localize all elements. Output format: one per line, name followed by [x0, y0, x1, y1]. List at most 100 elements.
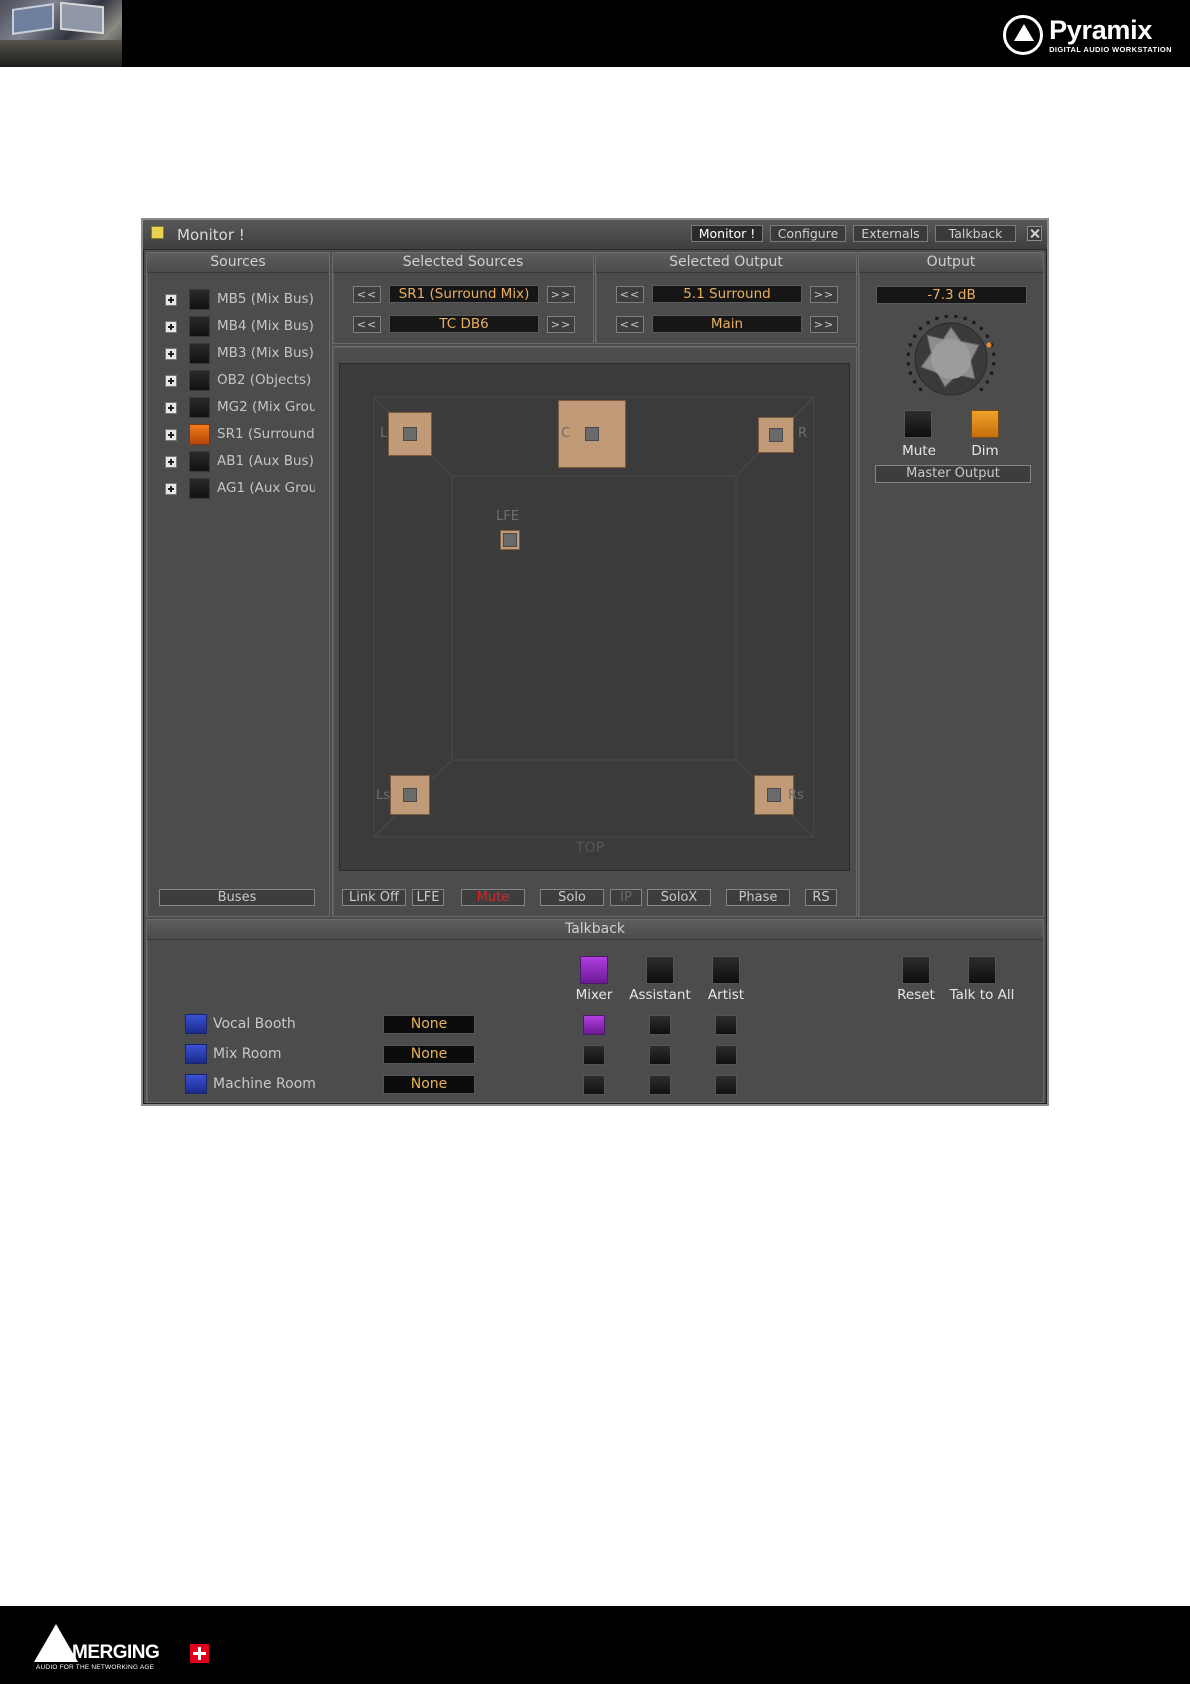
selected-output-panel: Selected Output << 5.1 Surround >> << Ma… — [595, 252, 857, 344]
source-select-button[interactable] — [189, 289, 210, 310]
knob-tick — [908, 342, 913, 347]
output-format-next-button[interactable]: >> — [810, 286, 838, 303]
window-title: Monitor ! — [177, 226, 245, 244]
expand-icon[interactable] — [165, 429, 177, 441]
room-source-field[interactable]: None — [383, 1075, 475, 1094]
selected-source-field[interactable]: SR1 (Surround Mix) — [389, 285, 539, 303]
route-assistant-toggle[interactable] — [649, 1015, 671, 1035]
expand-icon[interactable] — [165, 483, 177, 495]
source-item[interactable]: SR1 (Surround — [165, 424, 325, 446]
source-label: OB2 (Objects) — [217, 372, 312, 388]
tab-externals[interactable]: Externals — [853, 225, 928, 242]
output-destination-field[interactable]: Main — [652, 315, 802, 333]
source-select-button[interactable] — [189, 316, 210, 337]
expand-icon[interactable] — [165, 402, 177, 414]
dim-button[interactable] — [971, 410, 999, 438]
source-item[interactable]: MB4 (Mix Bus) — [165, 316, 325, 338]
master-output-button[interactable]: Master Output — [875, 465, 1031, 483]
solo-button[interactable]: Solo — [540, 889, 604, 906]
room-select-button[interactable] — [185, 1074, 207, 1094]
route-mixer-toggle[interactable] — [583, 1045, 605, 1065]
secondary-source-field[interactable]: TC DB6 — [389, 315, 539, 333]
knob-tick — [912, 380, 917, 384]
source-label: AG1 (Aux Grou — [217, 480, 315, 496]
source-item[interactable]: AB1 (Aux Bus) — [165, 451, 325, 473]
talkback-artist-button[interactable] — [712, 956, 740, 984]
source-label: AB1 (Aux Bus) — [217, 453, 314, 469]
talk-to-all-button[interactable] — [968, 956, 996, 984]
expand-icon[interactable] — [165, 294, 177, 306]
source-select-button[interactable] — [189, 397, 210, 418]
talkback-panel: Talkback Mixer Assistant Artist Reset Ta… — [146, 919, 1044, 1103]
route-artist-toggle[interactable] — [715, 1045, 737, 1065]
tab-talkback[interactable]: Talkback — [935, 225, 1016, 242]
source-next-button[interactable]: >> — [547, 286, 575, 303]
talkback-mixer-label: Mixer — [575, 987, 613, 1003]
top-view-label: TOP — [576, 840, 605, 856]
surround-field[interactable]: L C R LFE Ls Rs TOP — [339, 363, 850, 871]
expand-icon[interactable] — [165, 456, 177, 468]
secondary-next-button[interactable]: >> — [547, 316, 575, 333]
solox-button[interactable]: SoloX — [647, 889, 711, 906]
output-format-prev-button[interactable]: << — [616, 286, 644, 303]
output-dest-next-button[interactable]: >> — [810, 316, 838, 333]
source-select-button-active[interactable] — [189, 424, 210, 445]
source-select-button[interactable] — [189, 478, 210, 499]
rs-button[interactable]: RS — [805, 889, 837, 906]
speaker-l-label: L — [380, 426, 388, 441]
mute-button[interactable] — [904, 410, 932, 438]
talkback-assistant-button[interactable] — [646, 956, 674, 984]
speaker-lfe[interactable] — [500, 530, 520, 550]
route-assistant-toggle[interactable] — [649, 1075, 671, 1095]
speaker-ls-label: Ls — [376, 788, 391, 803]
lfe-button[interactable]: LFE — [412, 889, 444, 906]
buses-button[interactable]: Buses — [159, 889, 315, 906]
source-item[interactable]: MB3 (Mix Bus) — [165, 343, 325, 365]
speaker-r-label: R — [798, 426, 808, 441]
selected-sources-title: Selected Sources — [333, 253, 593, 273]
room-select-button[interactable] — [185, 1014, 207, 1034]
source-item[interactable]: OB2 (Objects) — [165, 370, 325, 392]
route-mixer-toggle[interactable] — [583, 1075, 605, 1095]
source-item[interactable]: MB5 (Mix Bus) — [165, 289, 325, 311]
speaker-ls[interactable] — [390, 775, 430, 815]
expand-icon[interactable] — [165, 321, 177, 333]
source-select-button[interactable] — [189, 370, 210, 391]
output-dest-prev-button[interactable]: << — [616, 316, 644, 333]
source-select-button[interactable] — [189, 451, 210, 472]
close-icon[interactable] — [1027, 226, 1042, 241]
volume-knob[interactable] — [901, 314, 1001, 405]
speaker-lfe-label: LFE — [496, 509, 519, 524]
sources-title: Sources — [147, 253, 329, 273]
room-source-field[interactable]: None — [383, 1045, 475, 1064]
expand-icon[interactable] — [165, 375, 177, 387]
source-item[interactable]: AG1 (Aux Grou — [165, 478, 325, 500]
speaker-r[interactable] — [758, 417, 794, 453]
tab-configure[interactable]: Configure — [770, 225, 846, 242]
tab-monitor[interactable]: Monitor ! — [691, 225, 763, 242]
source-prev-button[interactable]: << — [353, 286, 381, 303]
output-format-field[interactable]: 5.1 Surround — [652, 285, 802, 303]
link-button[interactable]: Link Off — [342, 889, 406, 906]
route-artist-toggle[interactable] — [715, 1015, 737, 1035]
source-select-button[interactable] — [189, 343, 210, 364]
monitor-window: Monitor ! Monitor ! Configure Externals … — [141, 218, 1049, 1106]
ip-button[interactable]: IP — [610, 889, 642, 906]
route-assistant-toggle[interactable] — [649, 1045, 671, 1065]
secondary-prev-button[interactable]: << — [353, 316, 381, 333]
source-item[interactable]: MG2 (Mix Grou — [165, 397, 325, 419]
expand-icon[interactable] — [165, 348, 177, 360]
speaker-l[interactable] — [388, 412, 432, 456]
phase-button[interactable]: Phase — [726, 889, 790, 906]
room-source-field[interactable]: None — [383, 1015, 475, 1034]
room-select-button[interactable] — [185, 1044, 207, 1064]
reset-button[interactable] — [902, 956, 930, 984]
mute-channel-button[interactable]: Mute — [461, 889, 525, 906]
talkback-mixer-button[interactable] — [580, 956, 608, 984]
room-label: Vocal Booth — [213, 1016, 296, 1032]
knob-tick — [906, 362, 911, 366]
footer-brand-name: MERGING — [72, 1642, 160, 1663]
route-artist-toggle[interactable] — [715, 1075, 737, 1095]
route-mixer-toggle[interactable] — [583, 1015, 605, 1035]
knob-tick — [954, 314, 958, 319]
